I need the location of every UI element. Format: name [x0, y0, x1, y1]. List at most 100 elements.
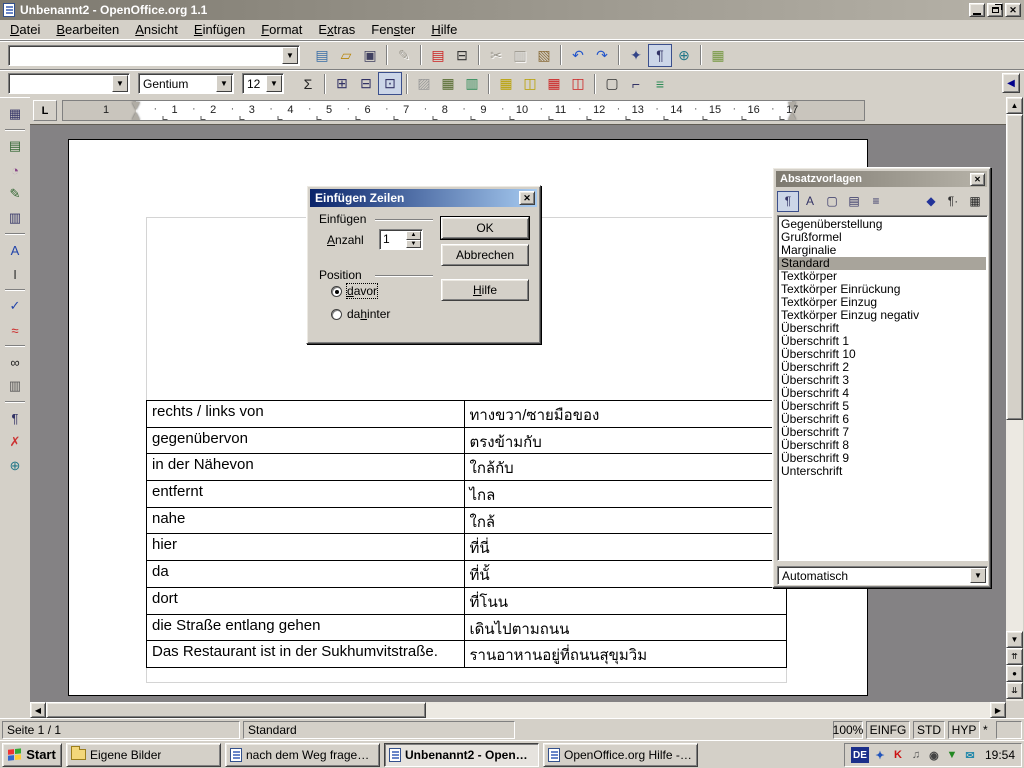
table-cell-german[interactable]: nahe [147, 508, 465, 535]
restore-button[interactable] [987, 3, 1003, 17]
new-document-icon[interactable]: ▤ [310, 44, 334, 67]
mouse-icon[interactable]: ◉ [926, 747, 942, 763]
status-style[interactable]: Standard [243, 721, 515, 739]
sum-icon[interactable]: Σ [296, 72, 320, 95]
undo-icon[interactable]: ↶ [566, 44, 590, 67]
menu-einf-gen[interactable]: Einfügen [186, 20, 253, 39]
start-button[interactable]: Start [2, 743, 62, 767]
insert-table-icon[interactable]: ▦ [2, 102, 28, 126]
vertical-scroll-thumb[interactable] [1006, 114, 1023, 420]
page-styles-icon[interactable]: ▤ [843, 191, 865, 212]
ruler-tab-stop[interactable] [394, 116, 399, 120]
menu-datei[interactable]: Datei [2, 20, 48, 39]
table-cell-thai[interactable]: ที่โนน [465, 588, 788, 615]
hyperlink-icon[interactable]: ⊕ [672, 44, 696, 67]
ruler-tab-stop[interactable] [741, 116, 746, 120]
table-cell-thai[interactable]: ทางขวา/ซายมือของ [465, 401, 788, 428]
table-cell-german[interactable]: hier [147, 534, 465, 561]
insert-column-icon[interactable]: ◫ [518, 72, 542, 95]
taskbar-button[interactable]: nach dem Weg fragen 2.... [225, 743, 380, 767]
update-icon[interactable]: ▼ [944, 747, 960, 763]
redo-icon[interactable]: ↷ [590, 44, 614, 67]
new-style-from-selection-icon[interactable]: ¶· [942, 191, 964, 212]
ruler-tab-stop[interactable] [432, 116, 437, 120]
table-cell-thai[interactable]: ใกล้กับ [465, 454, 788, 481]
spin-down-icon[interactable]: ▼ [406, 240, 421, 249]
ruler-tab-stop[interactable] [587, 116, 592, 120]
radio-davor-circle-icon[interactable] [331, 286, 342, 297]
table-cell-german[interactable]: da [147, 561, 465, 588]
copy-icon[interactable]: ▥ [508, 44, 532, 67]
help-button[interactable]: Hilfe [441, 279, 529, 301]
numbering-styles-icon[interactable]: ≡ [865, 191, 887, 212]
messenger-icon[interactable]: ✉ [962, 747, 978, 763]
close-button[interactable]: ✕ [1005, 3, 1021, 17]
table-check-icon[interactable]: ▥ [460, 72, 484, 95]
paragraph-style-combobox[interactable]: ▼ [8, 73, 130, 94]
volume-icon[interactable]: ♫ [908, 747, 924, 763]
menu-bearbeiten[interactable]: Bearbeiten [48, 20, 127, 39]
frame-styles-icon[interactable]: ▢ [821, 191, 843, 212]
ruler-tab-stop[interactable] [664, 116, 669, 120]
ruler-tab-stop[interactable] [201, 116, 206, 120]
right-indent-marker[interactable] [788, 102, 797, 120]
insert-frame-icon[interactable]: ▢ [600, 72, 624, 95]
antivirus-icon[interactable]: K [890, 747, 906, 763]
status-page[interactable]: Seite 1 / 1 [2, 721, 240, 739]
stylist-title-bar[interactable]: Absatzvorlagen ✕ [776, 171, 987, 187]
paste-icon[interactable]: ▧ [532, 44, 556, 67]
insert-frame-icon[interactable]: ▤ [2, 134, 28, 158]
title-bar[interactable]: Unbenannt2 - OpenOffice.org 1.1 ✕ [0, 0, 1024, 20]
status-insert-mode[interactable]: EINFG [866, 721, 910, 739]
delete-column-icon[interactable]: ◫ [566, 72, 590, 95]
table-cell-german[interactable]: rechts / links von [147, 401, 465, 428]
keyboard-layout-indicator[interactable]: DE [851, 747, 869, 763]
taskbar-button[interactable]: Eigene Bilder [66, 743, 221, 767]
toolbar-scroll-left-button[interactable]: ◀ [1002, 73, 1020, 93]
ruler-tab-stop[interactable] [239, 116, 244, 120]
tab-type-selector[interactable]: L [33, 100, 57, 121]
data-sources-icon[interactable]: ▥ [2, 374, 28, 398]
style-filter-combobox[interactable]: Automatisch ▼ [777, 566, 988, 585]
split-cells-icon[interactable]: ⊟ [354, 72, 378, 95]
optimize-width-icon[interactable]: ⊡ [378, 72, 402, 95]
radio-dahinter-circle-icon[interactable] [331, 309, 342, 320]
scroll-down-button[interactable]: ▼ [1006, 631, 1023, 648]
insert-chart-icon[interactable]: ◔ [2, 158, 28, 182]
menu-fenster[interactable]: Fenster [363, 20, 423, 39]
table-cell-thai[interactable]: ที่นี่ [465, 534, 788, 561]
autotext-icon[interactable]: A [2, 238, 28, 262]
ruler-tab-stop[interactable] [162, 116, 167, 120]
radio-davor[interactable]: davor [331, 284, 377, 298]
border-style-icon[interactable]: ≡ [648, 72, 672, 95]
url-dropdown-arrow-icon[interactable]: ▼ [282, 47, 298, 64]
status-selection-mode[interactable]: STD [913, 721, 945, 739]
radio-dahinter[interactable]: dahinter [331, 307, 390, 321]
background-color-icon[interactable]: ▨ [412, 72, 436, 95]
borders-icon[interactable]: ⌐ [624, 72, 648, 95]
table-cell-german[interactable]: dort [147, 588, 465, 615]
url-combobox[interactable]: ▼ [8, 45, 300, 66]
autoformat-icon[interactable]: ▦ [436, 72, 460, 95]
quickstarter-icon[interactable]: ✦ [872, 747, 888, 763]
scroll-up-button[interactable]: ▲ [1006, 97, 1023, 114]
cancel-button[interactable]: Abbrechen [441, 244, 529, 266]
anzahl-spinner[interactable]: 1 ▲ ▼ [379, 229, 423, 250]
table-cell-thai[interactable]: เดินไปตามถนน [465, 615, 788, 642]
insert-form-icon[interactable]: ▥ [2, 206, 28, 230]
open-folder-icon[interactable]: ▱ [334, 44, 358, 67]
delete-row-icon[interactable]: ▦ [542, 72, 566, 95]
spin-up-icon[interactable]: ▲ [406, 231, 421, 240]
graphics-onoff-icon[interactable]: ✗ [2, 430, 28, 454]
menu-format[interactable]: Format [253, 20, 310, 39]
ruler-tab-stop[interactable] [510, 116, 515, 120]
font-dropdown-arrow-icon[interactable]: ▼ [216, 75, 232, 92]
scroll-left-button[interactable]: ◀ [30, 702, 46, 718]
taskbar-clock[interactable]: 19:54 [985, 748, 1015, 762]
ruler-tab-stop[interactable] [355, 116, 360, 120]
ruler-tab-stop[interactable] [317, 116, 322, 120]
horizontal-scroll-thumb[interactable] [46, 702, 426, 718]
paragraph-styles-icon[interactable]: ¶ [777, 191, 799, 212]
table-cell-german[interactable]: die Straße entlang gehen [147, 615, 465, 642]
table-cell-thai[interactable]: ใกล้ [465, 508, 788, 535]
